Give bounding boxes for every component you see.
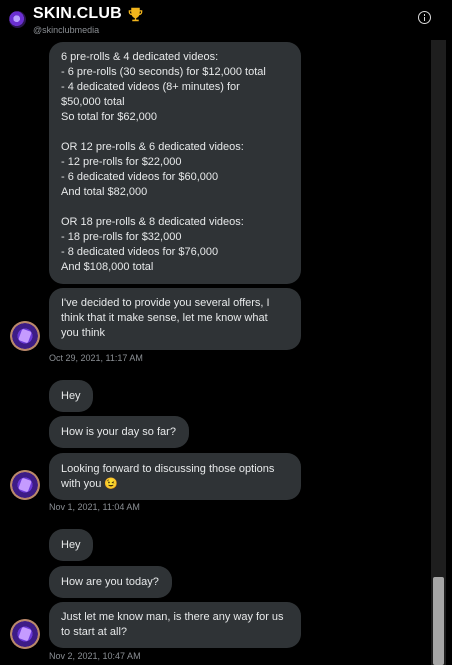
header-avatar[interactable] — [9, 11, 26, 28]
message-line: - 4 dedicated videos (8+ minutes) for — [61, 81, 240, 93]
message-line: Hey — [61, 539, 81, 551]
message-bubble[interactable]: 6 pre-rolls & 4 dedicated videos: - 6 pr… — [49, 42, 301, 284]
message-bubble[interactable]: Hey — [49, 380, 93, 412]
message-line: Just let me know man, is there any way f… — [61, 611, 284, 623]
message-line: OR 18 pre-rolls & 8 dedicated videos: — [61, 216, 244, 228]
message-line: $50,000 total — [61, 96, 125, 108]
message-line: And $108,000 total — [61, 261, 154, 273]
message-line — [61, 125, 301, 140]
message-line: And total $82,000 — [61, 186, 148, 198]
message-bubble[interactable]: Looking forward to discussing those opti… — [49, 453, 301, 500]
message-bubble[interactable]: Hey — [49, 529, 93, 561]
message-line: How is your day so far? — [61, 426, 176, 438]
message-line: - 12 pre-rolls for $22,000 — [61, 156, 182, 168]
sender-avatar[interactable] — [10, 470, 40, 500]
message-bubble[interactable]: Just let me know man, is there any way f… — [49, 602, 301, 648]
scrollbar[interactable] — [431, 40, 446, 665]
message-timestamp: Oct 29, 2021, 11:17 AM — [49, 353, 143, 363]
message-bubble[interactable]: How are you today? — [49, 566, 172, 598]
message-line: I've decided to provide you several offe… — [61, 297, 270, 309]
message-line: OR 12 pre-rolls & 6 dedicated videos: — [61, 141, 244, 153]
message-line: with you 😉 — [61, 478, 119, 490]
message-timestamp: Nov 2, 2021, 10:47 AM — [49, 651, 141, 661]
message-line: Hey — [61, 390, 81, 402]
trophy-icon — [128, 7, 143, 21]
account-handle: @skinclubmedia — [33, 25, 100, 35]
message-bubble[interactable]: I've decided to provide you several offe… — [49, 288, 301, 350]
message-line: - 6 pre-rolls (30 seconds) for $12,000 t… — [61, 66, 266, 78]
message-timestamp: Nov 1, 2021, 11:04 AM — [49, 502, 140, 512]
scrollbar-thumb[interactable] — [433, 577, 444, 665]
message-line: - 6 dedicated videos for $60,000 — [61, 171, 219, 183]
message-line: How are you today? — [61, 576, 159, 588]
message-bubble[interactable]: How is your day so far? — [49, 416, 189, 448]
conversation-header: SKIN.CLUB @skinclubmedia — [0, 0, 452, 40]
sender-avatar[interactable] — [10, 321, 40, 351]
message-line — [61, 200, 301, 215]
message-line: you think — [61, 327, 106, 339]
sender-avatar[interactable] — [10, 619, 40, 649]
account-name[interactable]: SKIN.CLUB — [33, 5, 122, 23]
message-line: 6 pre-rolls & 4 dedicated videos: — [61, 51, 219, 63]
info-icon[interactable] — [418, 11, 431, 24]
header-title-row: SKIN.CLUB — [33, 5, 144, 23]
message-line: So total for $62,000 — [61, 111, 158, 123]
message-line: to start at all? — [61, 626, 128, 638]
message-line: think that it make sense, let me know wh… — [61, 312, 268, 324]
message-line: - 8 dedicated videos for $76,000 — [61, 246, 219, 258]
message-line: Looking forward to discussing those opti… — [61, 463, 275, 475]
message-line: - 18 pre-rolls for $32,000 — [61, 231, 182, 243]
